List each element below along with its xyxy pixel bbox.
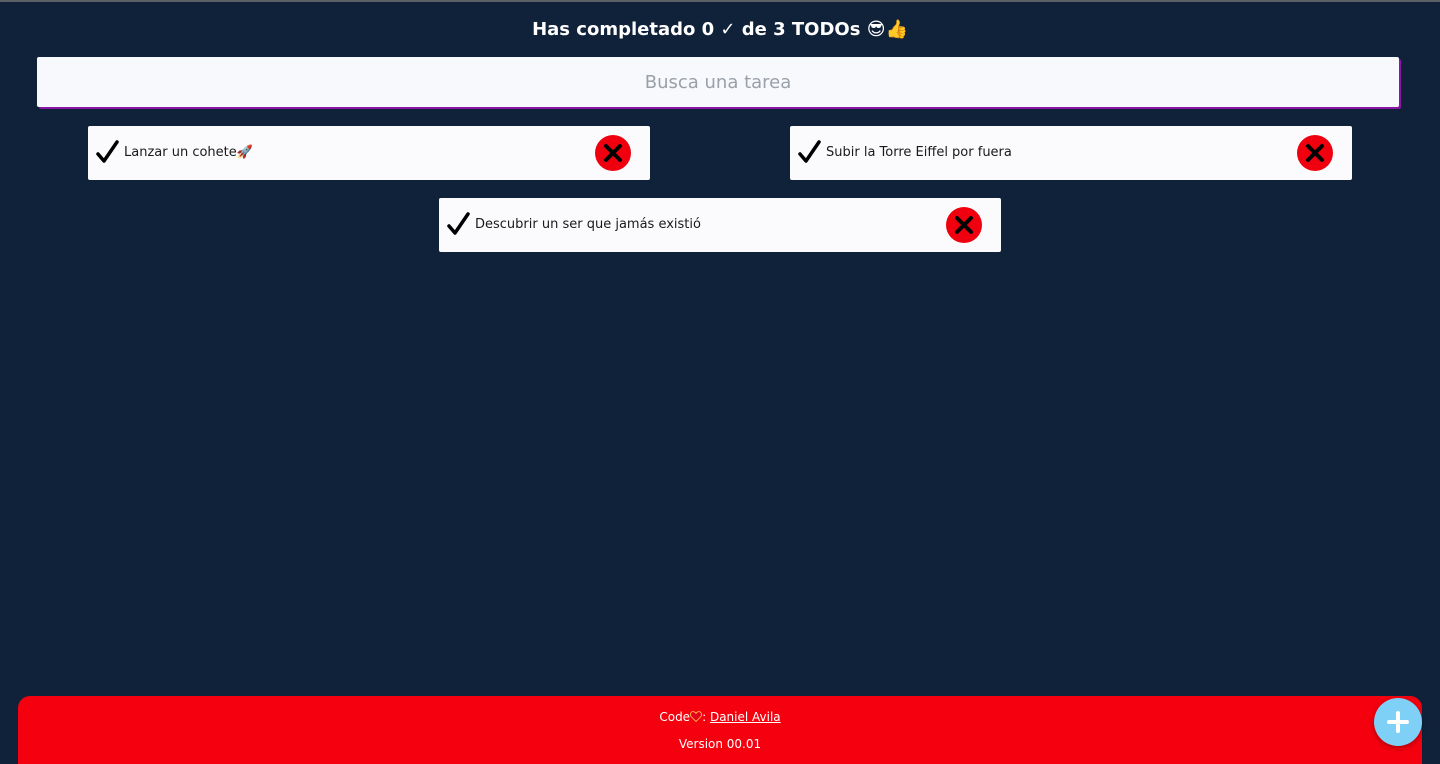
page-title: Has completado 0 ✓ de 3 TODOs 😎👍 xyxy=(532,19,908,40)
todo-item: Subir la Torre Eiffel por fuera xyxy=(790,126,1352,180)
plus-icon xyxy=(1387,711,1409,733)
check-icon[interactable] xyxy=(447,212,471,238)
delete-todo-button[interactable] xyxy=(946,207,982,243)
footer: Code: Daniel Avila Version 00.01 xyxy=(18,696,1422,764)
delete-todo-button[interactable] xyxy=(595,135,631,171)
check-icon[interactable] xyxy=(798,140,822,166)
credit-prefix: Code xyxy=(659,710,691,724)
todo-text: Descubrir un ser que jamás existió xyxy=(475,217,701,232)
heart-icon xyxy=(690,711,703,722)
author-link[interactable]: Daniel Avila xyxy=(710,710,781,724)
todo-text: Subir la Torre Eiffel por fuera xyxy=(826,145,1012,160)
check-icon[interactable] xyxy=(96,140,120,166)
version-label: Version 00.01 xyxy=(678,737,762,751)
search-input[interactable] xyxy=(37,57,1399,107)
window-top-border xyxy=(0,0,1440,2)
credit-separator: : xyxy=(702,710,707,724)
footer-credit: Code: Daniel Avila xyxy=(18,710,1422,724)
delete-todo-button[interactable] xyxy=(1297,135,1333,171)
close-icon xyxy=(604,144,622,162)
close-icon xyxy=(955,216,973,234)
todo-item: Descubrir un ser que jamás existió xyxy=(439,198,1001,252)
todo-text: Lanzar un cohete🚀 xyxy=(124,145,253,160)
close-icon xyxy=(1306,144,1324,162)
add-todo-button[interactable] xyxy=(1374,698,1422,746)
todo-item: Lanzar un cohete🚀 xyxy=(88,126,650,180)
